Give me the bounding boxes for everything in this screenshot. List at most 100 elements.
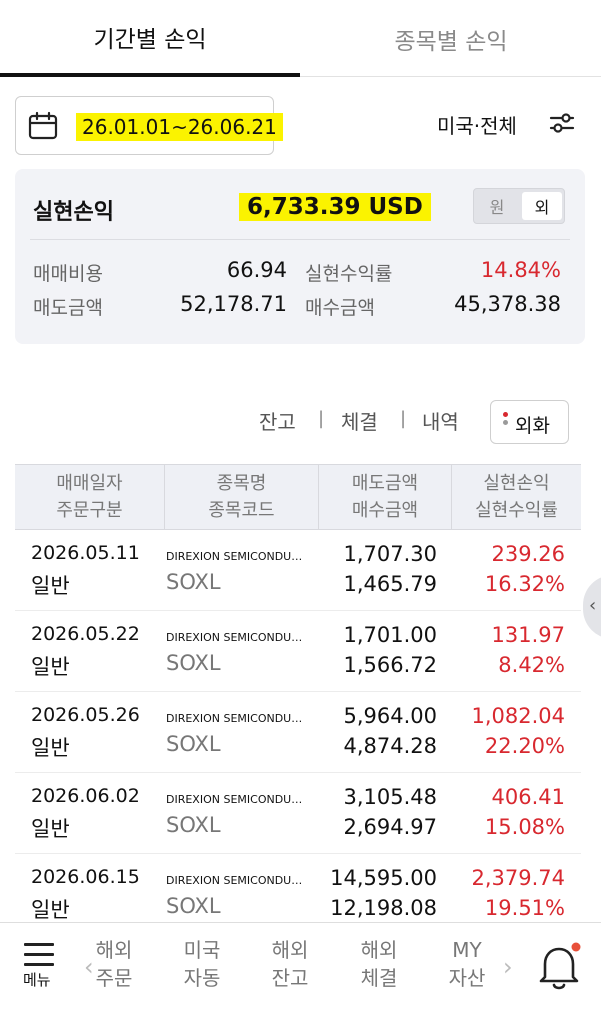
separator: | <box>318 408 325 429</box>
fee-label: 매매비용 <box>33 263 103 285</box>
order-type: 일반 <box>31 655 70 679</box>
bottom-nav: 메뉴 ‹ 해외 주문 미국 자동 해외 잔고 해외 체결 MY 자산 › <box>0 922 601 1024</box>
nav-label-line2: 잔고 <box>271 966 309 990</box>
stock-name: DIREXION SEMICONDU… <box>166 793 303 806</box>
currency-toggle[interactable]: 원 외 <box>473 188 565 224</box>
trade-date: 2026.06.02 <box>31 785 140 807</box>
header-sell-amount: 매도금액 <box>351 473 419 494</box>
nav-my-assets[interactable]: MY 자산 <box>437 936 497 992</box>
rate-label: 실현수익률 <box>305 263 393 285</box>
realized-pnl: 239.26 <box>491 542 565 566</box>
realized-rate: 16.32% <box>484 572 565 596</box>
buy-amount: 12,198.08 <box>330 896 437 920</box>
table-row[interactable]: 2026.05.11 일반 DIREXION SEMICONDU… SOXL 1… <box>15 530 581 611</box>
side-drawer-handle[interactable]: ‹ <box>583 575 601 639</box>
market-filter[interactable]: 미국·전체 <box>437 110 517 139</box>
stock-code: SOXL <box>166 894 221 918</box>
nav-overseas-balance[interactable]: 해외 잔고 <box>260 936 320 992</box>
nav-us-auto[interactable]: 미국 자동 <box>172 936 232 992</box>
realized-rate: 8.42% <box>498 653 565 677</box>
stock-name: DIREXION SEMICONDU… <box>166 874 303 887</box>
sell-amount: 3,105.48 <box>343 785 437 809</box>
order-type: 일반 <box>31 817 70 841</box>
realized-rate: 22.20% <box>484 734 565 758</box>
stock-name: DIREXION SEMICONDU… <box>166 712 303 725</box>
nav-label-line2: 자산 <box>448 966 486 990</box>
tab-period-pnl[interactable]: 기간별 손익 <box>0 0 300 77</box>
header-sell-buy: 매도금액 매수금액 <box>319 465 451 529</box>
sell-amount: 1,707.30 <box>343 542 437 566</box>
top-tabs: 기간별 손익 종목별 손익 <box>0 0 601 77</box>
buy-amount: 1,465.79 <box>343 572 437 596</box>
order-type: 일반 <box>31 574 70 598</box>
buy-amount: 2,694.97 <box>343 815 437 839</box>
order-type: 일반 <box>31 898 70 922</box>
nav-label-line1: 해외 <box>271 938 309 962</box>
fx-label: 외화 <box>515 415 550 437</box>
header-stock-name: 종목명 <box>216 473 267 494</box>
bell-icon[interactable] <box>536 941 582 993</box>
trade-date: 2026.05.11 <box>31 542 140 564</box>
fx-button[interactable]: 외화 <box>490 400 569 444</box>
header-name-code: 종목명 종목코드 <box>165 465 318 529</box>
buy-amount-value: 45,378.38 <box>454 292 561 316</box>
header-buy-amount: 매수금액 <box>351 500 419 521</box>
date-range-text: 26.01.01~26.06.21 <box>76 113 283 141</box>
date-range-picker[interactable]: 26.01.01~26.06.21 <box>15 96 283 155</box>
pnl-summary-card: 실현손익 6,733.39 USD 원 외 매매비용 66.94 실현수익률 1… <box>15 169 585 344</box>
hamburger-menu-icon[interactable] <box>24 943 54 966</box>
table-row[interactable]: 2026.06.02 일반 DIREXION SEMICONDU… SOXL 3… <box>15 773 581 854</box>
header-pnl-rate: 실현손익 실현수익률 <box>452 465 581 529</box>
stock-name: DIREXION SEMICONDU… <box>166 631 303 644</box>
table-row[interactable]: 2026.05.26 일반 DIREXION SEMICONDU… SOXL 5… <box>15 692 581 773</box>
nav-label-line1: 해외 <box>360 938 398 962</box>
buy-amount-label: 매수금액 <box>305 297 375 319</box>
buy-amount: 4,874.28 <box>343 734 437 758</box>
stock-code: SOXL <box>166 732 221 756</box>
sell-amount: 14,595.00 <box>330 866 437 890</box>
header-stock-code: 종목코드 <box>208 500 275 521</box>
realized-pnl: 1,082.04 <box>471 704 565 728</box>
toggle-krw[interactable]: 원 <box>474 189 520 223</box>
sell-amount-value: 52,178.71 <box>180 292 287 316</box>
header-realized-rate: 실현수익률 <box>475 500 558 521</box>
link-history[interactable]: 내역 <box>422 406 459 435</box>
trade-date: 2026.05.26 <box>31 704 140 726</box>
order-type: 일반 <box>31 736 70 760</box>
summary-realized-pnl: 6,733.39 USD <box>239 193 431 221</box>
fee-value: 66.94 <box>226 258 287 282</box>
nav-label-line2: 주문 <box>95 966 133 990</box>
toggle-foreign[interactable]: 외 <box>522 192 562 220</box>
buy-amount: 1,566.72 <box>343 653 437 677</box>
header-date-type: 매매일자 주문구분 <box>15 465 164 529</box>
stock-code: SOXL <box>166 813 221 837</box>
separator: | <box>400 408 407 429</box>
nav-label-line1: MY <box>452 938 482 962</box>
table-row[interactable]: 2026.05.22 일반 DIREXION SEMICONDU… SOXL 1… <box>15 611 581 692</box>
sell-amount: 1,701.00 <box>343 623 437 647</box>
summary-title: 실현손익 <box>33 200 114 225</box>
realized-rate: 15.08% <box>484 815 565 839</box>
stock-name: DIREXION SEMICONDU… <box>166 550 303 563</box>
chevron-right-icon[interactable]: › <box>503 953 513 981</box>
table-header: 매매일자 주문구분 종목명 종목코드 매도금액 매수금액 실현손익 실현수익률 <box>15 464 581 530</box>
stock-code: SOXL <box>166 651 221 675</box>
nav-label-line2: 자동 <box>183 966 221 990</box>
filter-settings-icon[interactable] <box>549 110 575 136</box>
link-balance[interactable]: 잔고 <box>259 406 296 435</box>
nav-overseas-executed[interactable]: 해외 체결 <box>349 936 409 992</box>
realized-pnl: 131.97 <box>491 623 565 647</box>
sell-amount: 5,964.00 <box>343 704 437 728</box>
tab-stock-pnl[interactable]: 종목별 손익 <box>301 0 601 77</box>
fx-dots-icon <box>503 412 509 432</box>
menu-label[interactable]: 메뉴 <box>23 969 51 990</box>
stock-code: SOXL <box>166 570 221 594</box>
trade-date: 2026.06.15 <box>31 866 140 888</box>
trade-date: 2026.05.22 <box>31 623 140 645</box>
nav-overseas-order[interactable]: 해외 주문 <box>84 936 144 992</box>
nav-label-line1: 미국 <box>183 938 221 962</box>
link-executed[interactable]: 체결 <box>341 406 378 435</box>
calendar-icon <box>28 111 58 140</box>
nav-label-line1: 해외 <box>95 938 133 962</box>
realized-rate: 19.51% <box>484 896 565 920</box>
